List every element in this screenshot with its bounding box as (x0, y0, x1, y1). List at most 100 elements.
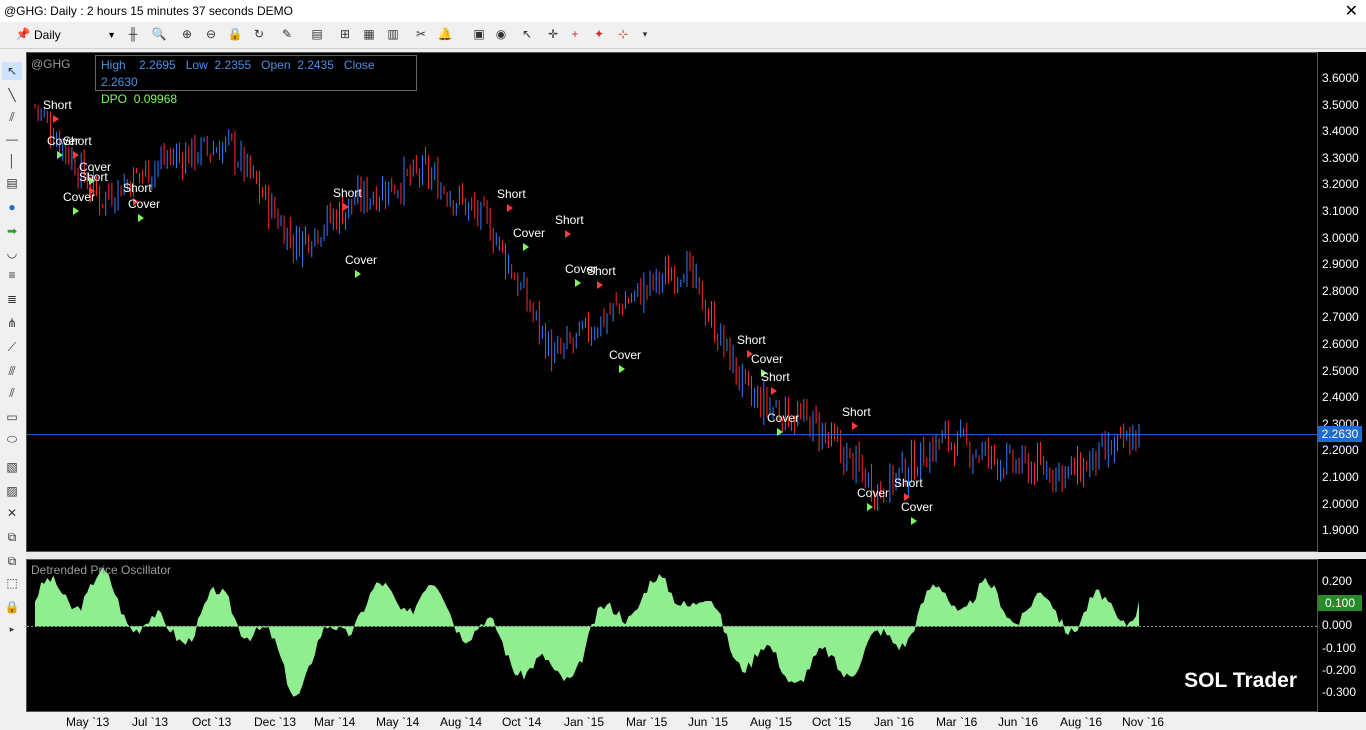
close-icon[interactable]: ✕ (1345, 1, 1358, 21)
layers-icon[interactable]: ▧ (2, 458, 22, 476)
signal-label: Short (737, 333, 766, 347)
select-area-icon[interactable]: ⬚ (2, 574, 22, 592)
signal-label: Cover (513, 226, 545, 240)
date-tick: Mar `16 (936, 715, 978, 729)
mouse-icon[interactable]: ◉ (492, 25, 510, 43)
refresh-icon[interactable]: ↻ (250, 25, 268, 43)
price-tick: 1.9000 (1322, 523, 1359, 538)
zoom-in-icon[interactable]: ⊕ (178, 25, 196, 43)
price-tick: 3.6000 (1322, 71, 1359, 85)
draw-tool-icon[interactable]: ✎ (278, 25, 296, 43)
expand-icon[interactable]: ▸ (2, 620, 22, 638)
symbol-label: @GHG (31, 57, 71, 71)
note-icon[interactable]: ▤ (2, 174, 22, 192)
low-value: 2.2355 (214, 58, 252, 72)
indicator-name: Detrended Price Oscillator (31, 563, 172, 577)
rectangle-icon[interactable]: ▭ (2, 408, 22, 426)
cursor-line-icon[interactable]: ⊹ (614, 25, 632, 43)
gann-icon[interactable]: ⟋ (2, 338, 22, 356)
vertical-line-icon[interactable]: │ (2, 152, 22, 170)
signal-marker (852, 422, 858, 430)
lock-icon[interactable]: 🔒 (226, 25, 244, 43)
chart-icon[interactable]: ▤ (308, 25, 326, 43)
pitchfork-icon[interactable]: ⋔ (2, 314, 22, 332)
arrow-right-icon[interactable]: ➡ (2, 222, 22, 240)
zoom-out-icon[interactable]: ⊖ (202, 25, 220, 43)
price-scale[interactable]: 3.6000 3.5000 3.4000 3.3000 3.2000 3.1000 3.00… (1318, 52, 1366, 552)
interval-dropdown[interactable]: Daily ▼ (34, 26, 116, 44)
book-icon[interactable]: ▣ (470, 25, 488, 43)
crosshair-icon[interactable]: ✛ (544, 25, 562, 43)
oscillator-tick: -0.300 (1322, 685, 1357, 699)
price-tick: 2.5000 (1322, 363, 1359, 378)
pointer-icon[interactable]: ↖ (518, 25, 536, 43)
cross-icon[interactable]: + (566, 25, 584, 43)
date-tick: Mar `15 (626, 715, 668, 729)
oscillator-current-badge: 0.100 (1318, 595, 1362, 612)
search-icon[interactable]: 🔍 (150, 25, 168, 43)
close-value: 2.2630 (101, 75, 138, 89)
high-label: High (101, 58, 126, 72)
channel-icon[interactable]: ⫽ (2, 108, 22, 126)
paste-icon[interactable]: ⧉ (2, 552, 22, 570)
panel-splitter[interactable] (26, 552, 1366, 559)
fib-extension-icon[interactable]: ≣ (2, 290, 22, 308)
fibonacci-icon[interactable]: ≡ (2, 266, 22, 284)
pin-icon[interactable]: 📌 (14, 25, 32, 43)
date-tick: Oct `15 (812, 715, 852, 729)
signal-marker (523, 243, 529, 251)
bar-type-icon[interactable]: ╫ (124, 25, 142, 43)
bar-chart-icon[interactable]: ▥ (384, 25, 402, 43)
signal-marker (355, 270, 361, 278)
signal-label: Short (333, 186, 362, 200)
select-arrow-icon[interactable]: ↖ (2, 62, 22, 80)
date-tick: Oct `14 (502, 715, 542, 729)
target-icon[interactable]: ✦ (590, 25, 608, 43)
ellipse-icon[interactable]: ⬭ (2, 430, 22, 448)
date-tick: Jul `13 (132, 715, 169, 729)
lock-drawing-icon[interactable]: 🔒 (2, 598, 22, 616)
arc-icon[interactable]: ◡ (2, 244, 22, 262)
dpo-area (35, 567, 1139, 697)
horizontal-line-icon[interactable]: — (2, 130, 22, 148)
date-axis[interactable]: May `13 Jul `13 Oct `13 Dec `13 Mar `14 May `… (26, 713, 1366, 730)
comment-icon[interactable]: ● (2, 198, 22, 216)
speed-lines-icon[interactable]: ⫻ (2, 362, 22, 380)
low-label: Low (185, 58, 208, 72)
dpo-label: DPO (101, 92, 128, 106)
colors-icon[interactable]: ▦ (360, 25, 378, 43)
bell-icon[interactable]: 🔔 (436, 25, 454, 43)
signal-label: Short (63, 134, 92, 148)
signal-marker (53, 115, 59, 123)
delete-icon[interactable]: ✕ (2, 504, 22, 522)
signal-label: Cover (345, 253, 377, 267)
signal-marker (343, 203, 349, 211)
image-icon[interactable]: ▨ (2, 482, 22, 500)
signal-label: Short (761, 370, 790, 384)
date-tick: Aug `14 (440, 715, 483, 729)
signal-label: Short (123, 181, 152, 195)
date-tick: May `13 (66, 715, 110, 729)
signal-marker (911, 517, 917, 525)
signal-label: Short (43, 98, 72, 112)
parallel-icon[interactable]: ⫽ (2, 384, 22, 402)
date-tick: Jan `15 (564, 715, 605, 729)
oscillator-scale[interactable]: 0.200 0.100 0.000 -0.100 -0.200 -0.300 (1318, 559, 1366, 712)
network-icon[interactable]: ⊞ (336, 25, 354, 43)
date-tick: Dec `13 (254, 715, 297, 729)
price-chart-panel[interactable]: Short Cover Short Cover Short Cover Short Cover… (26, 52, 1319, 552)
signal-label: Cover (609, 348, 641, 362)
signal-marker (138, 214, 144, 222)
date-tick: Jan `16 (874, 715, 915, 729)
oscillator-panel[interactable]: Detrended Price Oscillator SOL Trader (26, 559, 1319, 712)
data-window: High 2.2695 Low 2.2355 Open 2.2435 Close… (95, 55, 417, 106)
copy-icon[interactable]: ⧉ (2, 528, 22, 546)
drawing-toolbar: ↖ ╲ ⫽ — │ ▤ ● ➡ ◡ ≡ ≣ ⋔ ⟋ ⫻ ⫽ ▭ ⬭ ▧ ▨ ✕ … (0, 58, 24, 730)
trendline-icon[interactable]: ╲ (2, 86, 22, 104)
scissors-icon[interactable]: ✂ (412, 25, 430, 43)
more-icon[interactable]: ▾ (636, 25, 654, 43)
price-tick: 2.7000 (1322, 310, 1359, 325)
price-tick: 2.4000 (1322, 390, 1359, 405)
oscillator-tick: 0.200 (1322, 574, 1353, 588)
price-tick: 3.2000 (1322, 177, 1359, 192)
